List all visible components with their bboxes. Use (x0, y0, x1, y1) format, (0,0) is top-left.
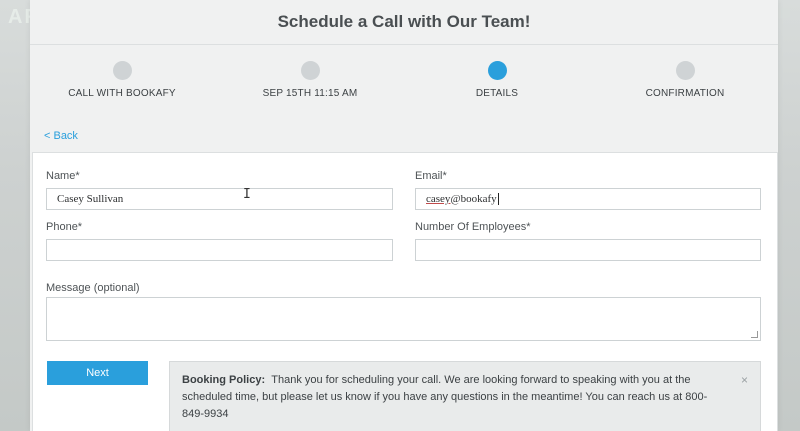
step-label: DETAILS (475, 88, 519, 99)
booking-policy-notice: Booking Policy: Thank you for scheduling… (169, 361, 761, 431)
step-dot (112, 61, 132, 80)
text-cursor-icon: I (243, 187, 251, 202)
modal-title: Schedule a Call with Our Team! (30, 0, 778, 45)
progress-steps: CALL WITH BOOKAFY SEP 15TH 11:15 AM DETA… (30, 61, 778, 121)
next-button[interactable]: Next (47, 361, 148, 385)
message-label: Message (optional) (46, 282, 140, 294)
step-dot (675, 61, 695, 80)
email-value: @bookafy (450, 193, 497, 205)
employees-label: Number Of Employees* (415, 221, 531, 233)
step-dot-active (487, 61, 507, 80)
name-field[interactable]: Casey Sullivan (46, 188, 393, 210)
details-form: Name* Casey Sullivan I Email* casey@book… (32, 152, 778, 431)
step-label: CONFIRMATION (645, 88, 725, 99)
message-textarea[interactable] (46, 297, 761, 341)
step-call-with-bookafy: CALL WITH BOOKAFY (42, 61, 202, 99)
name-label: Name* (46, 170, 80, 182)
caret-icon (497, 193, 499, 205)
back-link[interactable]: < Back (44, 130, 78, 142)
policy-title: Booking Policy: (182, 374, 266, 386)
email-field[interactable]: casey@bookafy (415, 188, 761, 210)
email-value-typed: casey (426, 193, 451, 205)
schedule-modal: Schedule a Call with Our Team! CALL WITH… (30, 0, 778, 431)
resize-grip-icon[interactable] (751, 331, 758, 338)
step-dot (300, 61, 320, 80)
step-confirmation: CONFIRMATION (605, 61, 765, 99)
step-label: CALL WITH BOOKAFY (68, 88, 176, 99)
step-date-time: SEP 15TH 11:15 AM (230, 61, 390, 99)
employees-field[interactable] (415, 239, 761, 261)
email-label: Email* (415, 170, 447, 182)
close-icon[interactable]: × (741, 372, 748, 389)
step-label: SEP 15TH 11:15 AM (262, 88, 358, 99)
phone-field[interactable] (46, 239, 393, 261)
step-details: DETAILS (417, 61, 577, 99)
name-value: Casey Sullivan (57, 193, 124, 205)
phone-label: Phone* (46, 221, 83, 233)
